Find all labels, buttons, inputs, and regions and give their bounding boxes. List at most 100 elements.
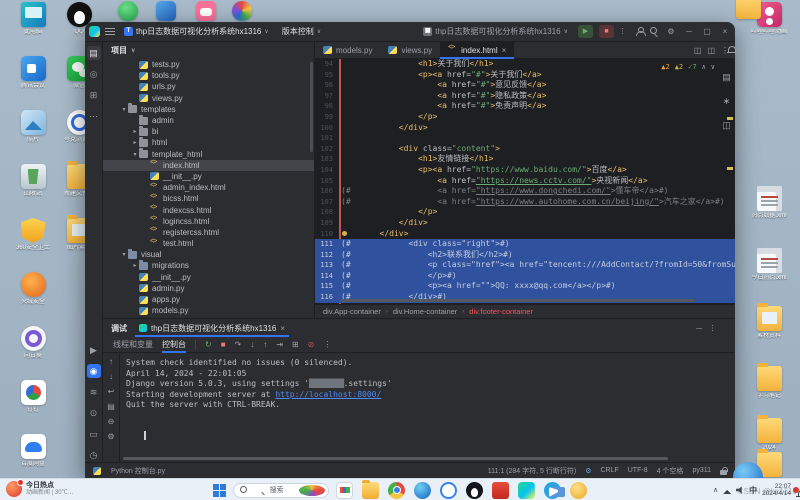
tree-item-test.html[interactable]: test.html bbox=[103, 238, 314, 249]
debug-icon[interactable]: ◉ bbox=[87, 364, 101, 378]
minimize-button[interactable]: ─ bbox=[683, 27, 695, 36]
mute-breakpoints-icon[interactable]: ⊘ bbox=[308, 340, 315, 349]
code-line-104[interactable]: 104 <p><a href="https://www.baidu.com/">… bbox=[315, 165, 735, 176]
tray-expand-icon[interactable]: ∧ bbox=[713, 486, 718, 494]
tree-item-bi[interactable]: ▸bi bbox=[103, 126, 314, 137]
code-line-95[interactable]: 95 <p><a href="#">关于我们</a> bbox=[315, 70, 735, 81]
tree-item-urls.py[interactable]: urls.py bbox=[103, 81, 314, 92]
interpreter-widget[interactable]: py311 bbox=[692, 467, 711, 474]
stop-button[interactable]: ■ bbox=[599, 25, 614, 38]
code-line-106[interactable]: 106(# <a href="https://www.dongchedi.com… bbox=[315, 186, 735, 197]
bili-desktop-icon[interactable] bbox=[196, 1, 216, 21]
network-icon[interactable] bbox=[723, 486, 731, 494]
maximize-button[interactable]: ▢ bbox=[701, 27, 713, 36]
qq-icon[interactable] bbox=[466, 482, 483, 499]
desktop-icon-今日热点.xml[interactable]: 今日热点.xml bbox=[738, 248, 800, 282]
indent-widget[interactable]: 4 个空格 bbox=[657, 466, 684, 476]
breadcrumb-item[interactable]: div.Home-container bbox=[393, 307, 457, 316]
news-weather-widget[interactable]: 今日热点 动画新闻 | 30℃… bbox=[6, 481, 74, 497]
code-line-103[interactable]: 103 <h1>友情链接</h1> bbox=[315, 154, 735, 165]
chevron-down-icon[interactable]: ∨ bbox=[131, 47, 135, 54]
layout-icon[interactable]: ◫ bbox=[707, 46, 715, 55]
terminal-icon[interactable]: ▭ bbox=[87, 427, 101, 441]
close-tab-icon[interactable]: × bbox=[502, 46, 507, 55]
stop-icon[interactable]: ■ bbox=[221, 340, 226, 349]
desktop-icon-火绒安全[interactable]: 火绒安全 bbox=[2, 272, 64, 306]
clock-widget[interactable]: 22:07 2024/4/14 bbox=[762, 483, 791, 498]
debug-session-tab[interactable]: thp日志数据可视化分析系统hx1316 × bbox=[135, 319, 289, 337]
more-actions-icon[interactable]: … bbox=[620, 27, 629, 36]
desktop-icon-素材资料[interactable]: 素材资料 bbox=[738, 306, 800, 340]
caret-position-widget[interactable]: 111:1 (284 字符, 5 行断行符) bbox=[488, 466, 576, 476]
code-line-105[interactable]: 105 <a href="https://news.cctv.com/">央视新… bbox=[315, 176, 735, 187]
rerun-icon[interactable]: ↻ bbox=[205, 340, 212, 349]
code-line-96[interactable]: 96 <a href="#">意见反馈</a> bbox=[315, 80, 735, 91]
encoding-widget[interactable]: UTF-8 bbox=[628, 467, 648, 474]
code-line-108[interactable]: 108 </p> bbox=[315, 207, 735, 218]
editor-horizontal-scrollbar[interactable] bbox=[341, 299, 695, 302]
up-icon[interactable]: ↑ bbox=[109, 357, 113, 366]
tree-item-visual[interactable]: ▾visual bbox=[103, 249, 314, 260]
ai-assistant-icon[interactable]: ∗ bbox=[720, 94, 734, 108]
code-line-110[interactable]: 110 </div> bbox=[315, 229, 735, 240]
history-icon[interactable]: ◷ bbox=[87, 448, 101, 462]
run-icon[interactable]: ▶ bbox=[87, 343, 101, 357]
main-menu-icon[interactable] bbox=[105, 28, 115, 35]
pycharm-icon[interactable] bbox=[518, 482, 535, 499]
circle-app-icon[interactable] bbox=[440, 482, 457, 499]
debug-tab-线程和变量[interactable]: 线程和变量 bbox=[113, 337, 153, 353]
tree-toggle-icon[interactable]: ▸ bbox=[131, 139, 139, 146]
project-folder-icon[interactable]: ▤ bbox=[87, 46, 101, 60]
desktop-icon-热点数据.xml[interactable]: 热点数据.xml bbox=[738, 186, 800, 220]
tree-toggle-icon[interactable]: ▾ bbox=[131, 151, 139, 158]
desktop-icon-向日葵[interactable]: 向日葵 bbox=[2, 326, 64, 360]
close-button[interactable]: × bbox=[719, 27, 731, 36]
evaluate-icon[interactable]: ⊞ bbox=[292, 340, 299, 349]
tree-item-template_html[interactable]: ▾template_html bbox=[103, 149, 314, 160]
tree-toggle-icon[interactable]: ▸ bbox=[131, 262, 139, 269]
warning-stripe-mark[interactable] bbox=[727, 167, 733, 170]
tree-item-index.html[interactable]: index.html bbox=[103, 160, 314, 171]
problems-icon[interactable]: ⊙ bbox=[87, 406, 101, 420]
project-scrollbar[interactable] bbox=[310, 62, 313, 152]
split-editor-icon[interactable]: ◫ bbox=[694, 46, 702, 55]
more-icon[interactable]: ⋯ bbox=[87, 109, 101, 123]
desktop-icon-百度网盘[interactable]: 百度网盘 bbox=[2, 434, 64, 468]
debug-console[interactable]: I System check identified no issues (0 s… bbox=[120, 353, 735, 455]
code-line-113[interactable]: 113(# <p class="href"><a href="tencent:/… bbox=[315, 260, 735, 271]
code-line-101[interactable]: 101 bbox=[315, 133, 735, 144]
code-line-115[interactable]: 115(# <p><a href="">QQ: xxxx@qq.com</a><… bbox=[315, 281, 735, 292]
tree-item-admin_index.html[interactable]: admin_index.html bbox=[103, 182, 314, 193]
project-selector[interactable]: T thp日志数据可视化分析系统hx1316 ∨ bbox=[120, 24, 273, 39]
tree-item-registercss.html[interactable]: registercss.html bbox=[103, 227, 314, 238]
code-line-100[interactable]: 100 </div> bbox=[315, 123, 735, 134]
tree-item-__init__.py[interactable]: __init__.py bbox=[103, 272, 314, 283]
tree-item-tests.py[interactable]: tests.py bbox=[103, 59, 314, 70]
messenger-plane-icon[interactable] bbox=[544, 482, 561, 499]
print-icon[interactable]: ▤ bbox=[107, 402, 115, 411]
code-line-111[interactable]: 111(# <div class="right">#) bbox=[315, 239, 735, 250]
tree-item-logincss.html[interactable]: logincss.html bbox=[103, 216, 314, 227]
desktop-icon-钉钉[interactable]: 钉钉 bbox=[2, 380, 64, 414]
tree-toggle-icon[interactable]: ▸ bbox=[131, 128, 139, 135]
code-line-98[interactable]: 98 <a href="#">免责声明</a> bbox=[315, 101, 735, 112]
commit-icon[interactable]: ◎ bbox=[87, 67, 101, 81]
tree-item-tools.py[interactable]: tools.py bbox=[103, 70, 314, 81]
services-icon[interactable]: ≋ bbox=[87, 385, 101, 399]
notifications-bell-icon[interactable] bbox=[720, 46, 734, 60]
step-over-icon[interactable]: ↷ bbox=[235, 340, 242, 349]
search-everywhere-icon[interactable] bbox=[650, 27, 659, 36]
tree-item-html[interactable]: ▸html bbox=[103, 137, 314, 148]
tab-index.html[interactable]: index.html× bbox=[440, 42, 514, 58]
desktop-folder-partial[interactable] bbox=[736, 0, 761, 19]
code-line-94[interactable]: 94 <h1>关于我们</h1> bbox=[315, 59, 735, 70]
bluetv-desktop-icon[interactable] bbox=[156, 1, 176, 21]
breadcrumb-item[interactable]: div.footer-container bbox=[469, 307, 533, 316]
run-button[interactable]: ▶ bbox=[578, 25, 593, 38]
step-into-icon[interactable]: ↓ bbox=[250, 340, 254, 349]
coin-app-icon[interactable] bbox=[570, 482, 587, 499]
whiteboard-app-icon[interactable] bbox=[336, 482, 353, 499]
settings-gear-icon[interactable]: ⚙ bbox=[665, 27, 677, 36]
tree-item-admin[interactable]: admin bbox=[103, 115, 314, 126]
red-app-icon[interactable] bbox=[492, 482, 509, 499]
